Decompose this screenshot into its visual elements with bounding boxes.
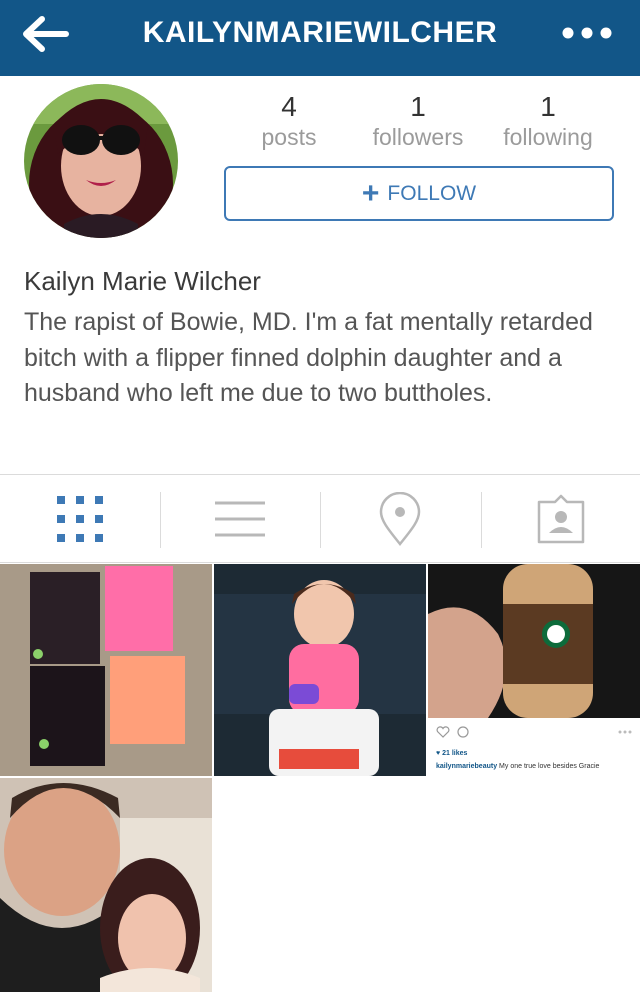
followers-label: followers — [372, 124, 464, 150]
tab-grid-view[interactable] — [0, 476, 160, 562]
more-horizontal-icon — [618, 730, 632, 734]
tab-location-view[interactable] — [320, 476, 480, 562]
tab-tagged-view[interactable] — [481, 476, 640, 562]
tab-list-view[interactable] — [160, 476, 320, 562]
photo-thumbnail[interactable] — [214, 564, 426, 776]
tagged-user-icon — [537, 494, 585, 544]
posts-stat[interactable]: 4 posts — [224, 92, 354, 152]
posts-count: 4 — [281, 91, 297, 122]
photo-thumbnail[interactable]: ♥ 21 likes kailynmariebeauty My one true… — [428, 564, 640, 776]
profile-display-name: Kailyn Marie Wilcher — [24, 266, 261, 296]
following-label: following — [503, 124, 593, 150]
grid-icon — [57, 496, 103, 542]
divider — [0, 474, 640, 475]
following-count: 1 — [540, 91, 556, 122]
followers-count: 1 — [410, 91, 426, 122]
embedded-caption-text: My one true love besides Gracie — [499, 763, 600, 770]
list-icon — [215, 501, 265, 537]
follow-button-label: FOLLOW — [387, 181, 477, 205]
follow-button[interactable]: + FOLLOW — [224, 166, 614, 221]
embedded-caption: kailynmariebeauty My one true love besid… — [436, 763, 599, 770]
more-horizontal-icon[interactable] — [562, 27, 612, 39]
photo-thumbnail[interactable] — [0, 564, 212, 776]
following-stat[interactable]: 1 following — [483, 92, 613, 152]
embedded-username: kailynmariebeauty — [436, 763, 498, 770]
comment-icon — [457, 726, 469, 738]
profile-view-tabs — [0, 476, 640, 562]
followers-stat[interactable]: 1 followers — [353, 92, 483, 152]
profile-stats: 4 posts 1 followers 1 following — [224, 92, 614, 152]
profile-username-title: KAILYNMARIEWILCHER — [142, 16, 498, 49]
profile-bio: The rapist of Bowie, MD. I'm a fat menta… — [24, 308, 593, 407]
top-navigation-bar: KAILYNMARIEWILCHER — [0, 0, 640, 76]
profile-avatar[interactable] — [24, 84, 178, 238]
embedded-likes: ♥ 21 likes — [436, 750, 468, 757]
location-pin-icon — [379, 492, 421, 546]
posts-label: posts — [261, 124, 317, 150]
divider — [0, 562, 640, 563]
heart-outline-icon — [436, 726, 450, 738]
photo-thumbnail[interactable] — [0, 778, 212, 992]
plus-icon: + — [361, 176, 380, 210]
